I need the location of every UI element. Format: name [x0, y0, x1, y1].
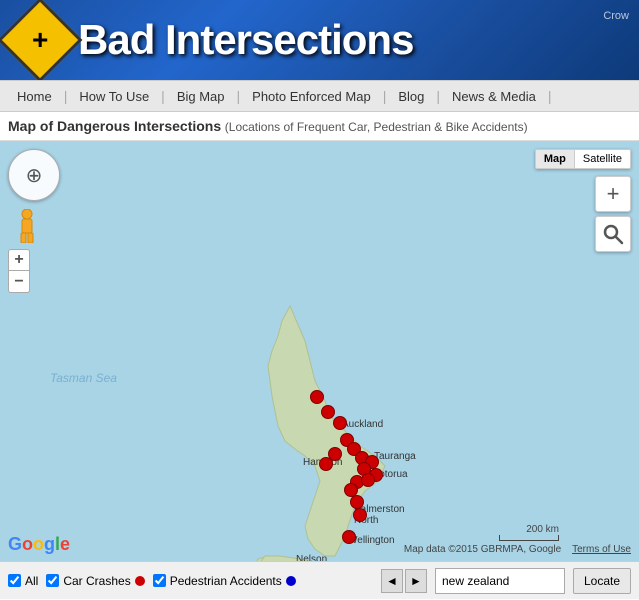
page-subtitle: (Locations of Frequent Car, Pedestrian &…: [225, 120, 528, 134]
nav-next-btn[interactable]: ►: [405, 569, 427, 593]
logo-sign: +: [0, 0, 82, 80]
city-label-tauranga: Tauranga: [374, 451, 416, 462]
nav-item-how-to-use[interactable]: How To Use: [67, 80, 161, 112]
bottom-bar: All Car Crashes Pedestrian Accidents ◄ ►…: [0, 561, 639, 599]
map-marker-16[interactable]: [342, 530, 356, 544]
map-marker-3[interactable]: [333, 416, 347, 430]
map-marker-7[interactable]: [319, 457, 333, 471]
site-title: Bad Intersections: [78, 16, 413, 64]
car-crashes-label: Car Crashes: [63, 574, 130, 588]
map-marker-1[interactable]: [310, 390, 324, 404]
map-type-control: Map Satellite: [535, 149, 631, 169]
pedestrian-dot: [286, 576, 296, 586]
map-nav-control[interactable]: ⊕: [8, 149, 60, 201]
scale-bar: [499, 535, 559, 541]
locate-button[interactable]: Locate: [573, 568, 631, 594]
logo-plus-icon: +: [32, 26, 48, 54]
terms-of-use-link[interactable]: Terms of Use: [572, 544, 631, 555]
city-label-nelson: Nelson: [296, 554, 327, 561]
map-controls-right: +: [595, 176, 631, 252]
pan-icon: ⊕: [26, 163, 43, 188]
zoom-out-btn[interactable]: −: [8, 271, 30, 293]
pedestrian-checkbox[interactable]: [153, 574, 166, 587]
map-marker-14[interactable]: [361, 473, 375, 487]
nav-prev-btn[interactable]: ◄: [381, 569, 403, 593]
zoom-in-btn[interactable]: +: [8, 249, 30, 271]
site-header: + Bad Intersections Crow: [0, 0, 639, 80]
filter-all: All: [8, 574, 38, 588]
car-crashes-checkbox[interactable]: [46, 574, 59, 587]
nav-arrows: ◄ ►: [381, 569, 427, 593]
nav-separator-6: |: [548, 88, 552, 104]
pedestrian-label: Pedestrian Accidents: [170, 574, 282, 588]
google-logo: Google: [8, 534, 70, 555]
map-data-text: Map data ©2015 GBRMPA, Google: [404, 544, 561, 555]
all-checkbox[interactable]: [8, 574, 21, 587]
map-scale: 200 km: [499, 524, 559, 541]
pegman-control[interactable]: [18, 209, 36, 246]
filter-car-crashes: Car Crashes: [46, 574, 144, 588]
all-label: All: [25, 574, 38, 588]
nav-item-photo-enforced-map[interactable]: Photo Enforced Map: [240, 80, 383, 112]
header-content: + Bad Intersections: [10, 10, 413, 70]
tasman-sea-label: Tasman Sea: [50, 371, 117, 385]
map-zoom-in-btn[interactable]: +: [595, 176, 631, 212]
map-type-map-btn[interactable]: Map: [536, 150, 574, 168]
map-marker-17[interactable]: [350, 495, 364, 509]
nz-map-svg: [0, 141, 639, 561]
page-title-bar: Map of Dangerous Intersections (Location…: [0, 112, 639, 141]
nav-item-home[interactable]: Home: [5, 80, 64, 112]
page-title: Map of Dangerous Intersections: [8, 118, 221, 134]
map-search-btn[interactable]: [595, 216, 631, 252]
location-search-input[interactable]: [435, 568, 565, 594]
main-nav: Home | How To Use | Big Map | Photo Enfo…: [0, 80, 639, 112]
map-pan-control[interactable]: ⊕: [8, 149, 60, 201]
header-crown-text: Crow: [603, 10, 629, 22]
map-marker-2[interactable]: [321, 405, 335, 419]
pegman-icon: [18, 209, 36, 243]
nav-item-news-media[interactable]: News & Media: [440, 80, 548, 112]
map-marker-15[interactable]: [353, 508, 367, 522]
search-icon: [602, 223, 624, 245]
map-zoom-control: + −: [8, 249, 30, 293]
nav-item-big-map[interactable]: Big Map: [165, 80, 237, 112]
car-crashes-dot: [135, 576, 145, 586]
city-label-auckland: Auckland: [342, 419, 383, 430]
map-attribution: Map data ©2015 GBRMPA, Google Terms of U…: [404, 544, 631, 555]
filter-pedestrian: Pedestrian Accidents: [153, 574, 296, 588]
scale-label: 200 km: [526, 524, 559, 535]
map-container[interactable]: Tasman Sea New Zealand Auckland Hamilton…: [0, 141, 639, 561]
map-type-satellite-btn[interactable]: Satellite: [574, 150, 630, 168]
nav-item-blog[interactable]: Blog: [386, 80, 436, 112]
